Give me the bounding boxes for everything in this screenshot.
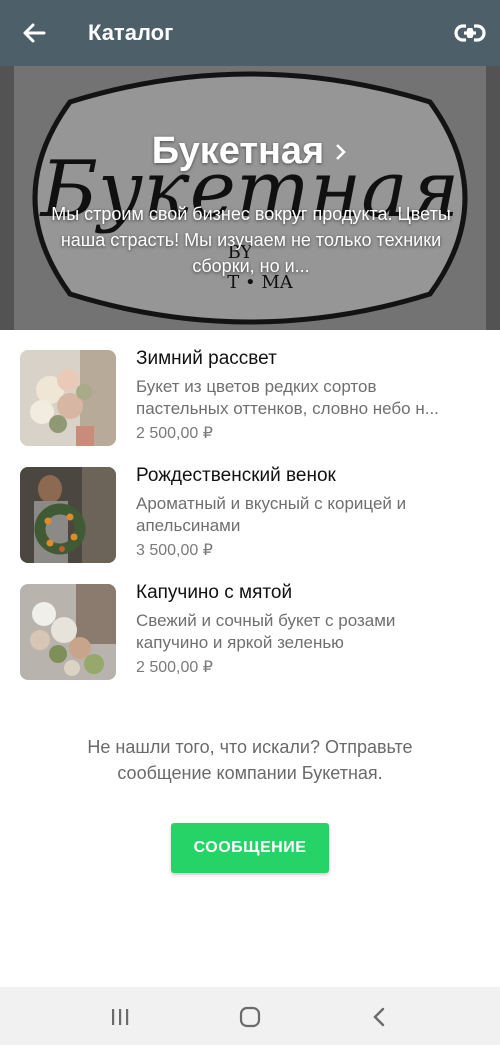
arrow-left-icon[interactable] [20, 19, 48, 47]
back-chevron-icon[interactable] [368, 1006, 392, 1028]
home-icon[interactable] [238, 1006, 262, 1028]
business-banner[interactable]: Букетная BY T • MA Букетная Мы строим св… [0, 66, 500, 330]
product-item[interactable]: Зимний рассвет Букет из цветов редких со… [0, 340, 500, 446]
product-description: Ароматный и вкусный с корицей и апельсин… [136, 494, 407, 535]
product-image [20, 584, 116, 680]
banner-shade [0, 66, 500, 330]
product-image [20, 350, 116, 446]
product-name: Зимний рассвет [136, 348, 277, 369]
link-icon[interactable] [454, 18, 486, 48]
message-button[interactable]: СООБЩЕНИЕ [171, 823, 329, 873]
not-found-prompt: Не нашли того, что искали? Отправьте соо… [87, 737, 413, 783]
system-nav-bar [0, 987, 500, 1045]
business-name-row[interactable]: Букетная [0, 130, 500, 173]
product-description: Свежий и сочный букет с розами капучино … [136, 611, 396, 652]
product-price: 2 500,00 ₽ [136, 659, 213, 676]
product-price: 3 500,00 ₽ [136, 542, 213, 559]
app-bar: Каталог [0, 0, 500, 66]
chevron-right-icon [336, 143, 347, 160]
product-name: Капучино с мятой [136, 582, 293, 603]
product-item[interactable]: Капучино с мятой Свежий и сочный букет с… [0, 574, 500, 680]
product-name: Рождественский венок [136, 465, 336, 486]
product-item[interactable]: Рождественский венок Ароматный и вкусный… [0, 457, 500, 563]
product-image [20, 467, 116, 563]
product-price: 2 500,00 ₽ [136, 425, 213, 442]
business-description: Мы строим свой бизнес вокруг продукта. Ц… [51, 204, 451, 276]
product-description: Букет из цветов редких сортов пастельных… [136, 377, 439, 418]
page-title: Каталог [88, 20, 174, 45]
business-name: Букетная [151, 130, 325, 172]
recents-icon[interactable] [108, 1006, 132, 1028]
